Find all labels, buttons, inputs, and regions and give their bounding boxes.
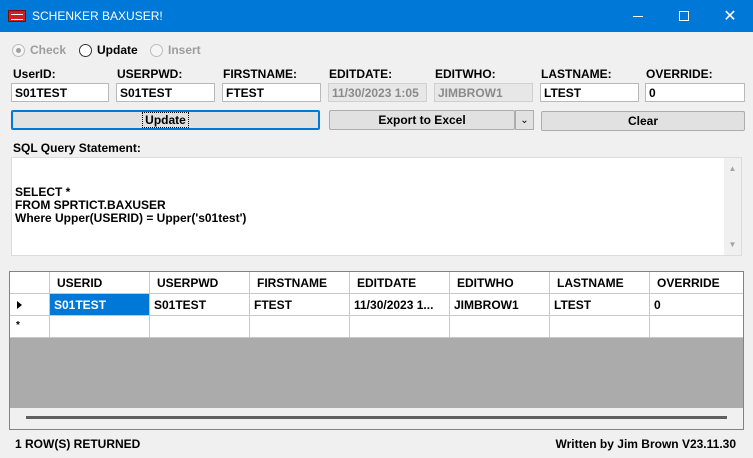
override-label: OVERRIDE: [646,67,713,81]
radio-update-circle [79,43,92,57]
sql-label: SQL Query Statement: [13,141,141,155]
window-title: SCHENKER BAXUSER! [32,9,163,23]
sql-scrollbar[interactable]: ▲ ▼ [724,158,741,255]
userpwd-input[interactable]: S01TEST [116,83,215,102]
clear-button[interactable]: Clear [541,111,745,131]
close-icon: ✕ [723,6,737,25]
table-cell[interactable] [250,316,350,338]
radio-update-label: Update [97,43,138,57]
grid-header-row: USERID USERPWD FIRSTNAME EDITDATE EDITWH… [10,272,743,294]
export-excel-button[interactable]: Export to Excel [329,110,515,130]
scrollbar-thumb[interactable] [26,416,727,419]
userpwd-label: USERPWD: [117,67,183,81]
userid-input[interactable]: S01TEST [11,83,109,102]
results-grid[interactable]: USERID USERPWD FIRSTNAME EDITDATE EDITWH… [9,271,744,430]
chevron-down-icon: ⌄ [520,114,529,126]
radio-check-label: Check [30,43,67,57]
table-cell[interactable]: S01TEST [50,294,150,316]
table-cell[interactable] [550,316,650,338]
table-cell[interactable]: S01TEST [150,294,250,316]
editdate-label: EDITDATE: [329,67,393,81]
table-cell[interactable] [50,316,150,338]
row-header[interactable] [10,294,50,316]
col-header-lastname[interactable]: LASTNAME [550,272,650,294]
maximize-button[interactable] [661,0,707,32]
table-cell[interactable] [650,316,743,338]
radio-insert[interactable]: Insert [150,43,201,57]
table-cell[interactable]: JIMBROW1 [450,294,550,316]
table-cell[interactable] [150,316,250,338]
editwho-input[interactable]: JIMBROW1 [434,83,533,102]
col-header-firstname[interactable]: FIRSTNAME [250,272,350,294]
table-cell[interactable]: LTEST [550,294,650,316]
radio-update[interactable]: Update [79,43,138,57]
scroll-down-icon[interactable]: ▼ [724,238,741,251]
firstname-label: FIRSTNAME: [223,67,297,81]
editwho-label: EDITWHO: [435,67,496,81]
col-header-override[interactable]: OVERRIDE [650,272,743,294]
sql-text: SELECT * FROM SPRTICT.BAXUSER Where Uppe… [15,185,247,225]
minimize-icon [633,15,643,17]
minimize-button[interactable] [615,0,661,32]
override-input[interactable]: 0 [645,83,745,102]
lastname-input[interactable]: LTEST [540,83,639,102]
lastname-label: LASTNAME: [541,67,612,81]
radio-check-circle [12,43,25,57]
table-cell[interactable] [350,316,450,338]
scroll-up-icon[interactable]: ▲ [724,162,741,175]
firstname-input[interactable]: FTEST [222,83,321,102]
table-cell[interactable]: FTEST [250,294,350,316]
rows-returned-status: 1 ROW(S) RETURNED [15,437,141,451]
new-row[interactable]: * [10,316,743,338]
radio-check[interactable]: Check [12,43,66,57]
new-row-header[interactable]: * [10,316,50,338]
title-bar: SCHENKER BAXUSER! ✕ [0,0,753,32]
close-button[interactable]: ✕ [707,0,753,32]
update-button[interactable]: Update [11,110,320,130]
grid-corner[interactable] [10,272,50,294]
table-cell[interactable]: 0 [650,294,743,316]
userid-label: UserID: [13,67,56,81]
author-credit: Written by Jim Brown V23.11.30 [555,437,736,451]
table-row[interactable]: S01TEST S01TEST FTEST 11/30/2023 1... JI… [10,294,743,316]
export-excel-button-label: Export to Excel [378,113,466,127]
table-cell[interactable] [450,316,550,338]
radio-insert-circle [150,43,163,57]
new-row-icon: * [16,320,20,331]
current-row-icon [17,301,22,309]
maximize-icon [679,11,689,21]
sql-textarea[interactable]: SELECT * FROM SPRTICT.BAXUSER Where Uppe… [11,157,742,256]
radio-insert-label: Insert [168,43,201,57]
export-dropdown-button[interactable]: ⌄ [515,110,534,130]
update-button-label: Update [142,112,189,128]
col-header-userid[interactable]: USERID [50,272,150,294]
table-cell[interactable]: 11/30/2023 1... [350,294,450,316]
col-header-userpwd[interactable]: USERPWD [150,272,250,294]
clear-button-label: Clear [627,114,659,128]
grid-horizontal-scrollbar[interactable] [10,408,743,429]
app-icon [8,10,26,22]
col-header-editwho[interactable]: EDITWHO [450,272,550,294]
editdate-input[interactable]: 11/30/2023 1:05 [328,83,427,102]
col-header-editdate[interactable]: EDITDATE [350,272,450,294]
